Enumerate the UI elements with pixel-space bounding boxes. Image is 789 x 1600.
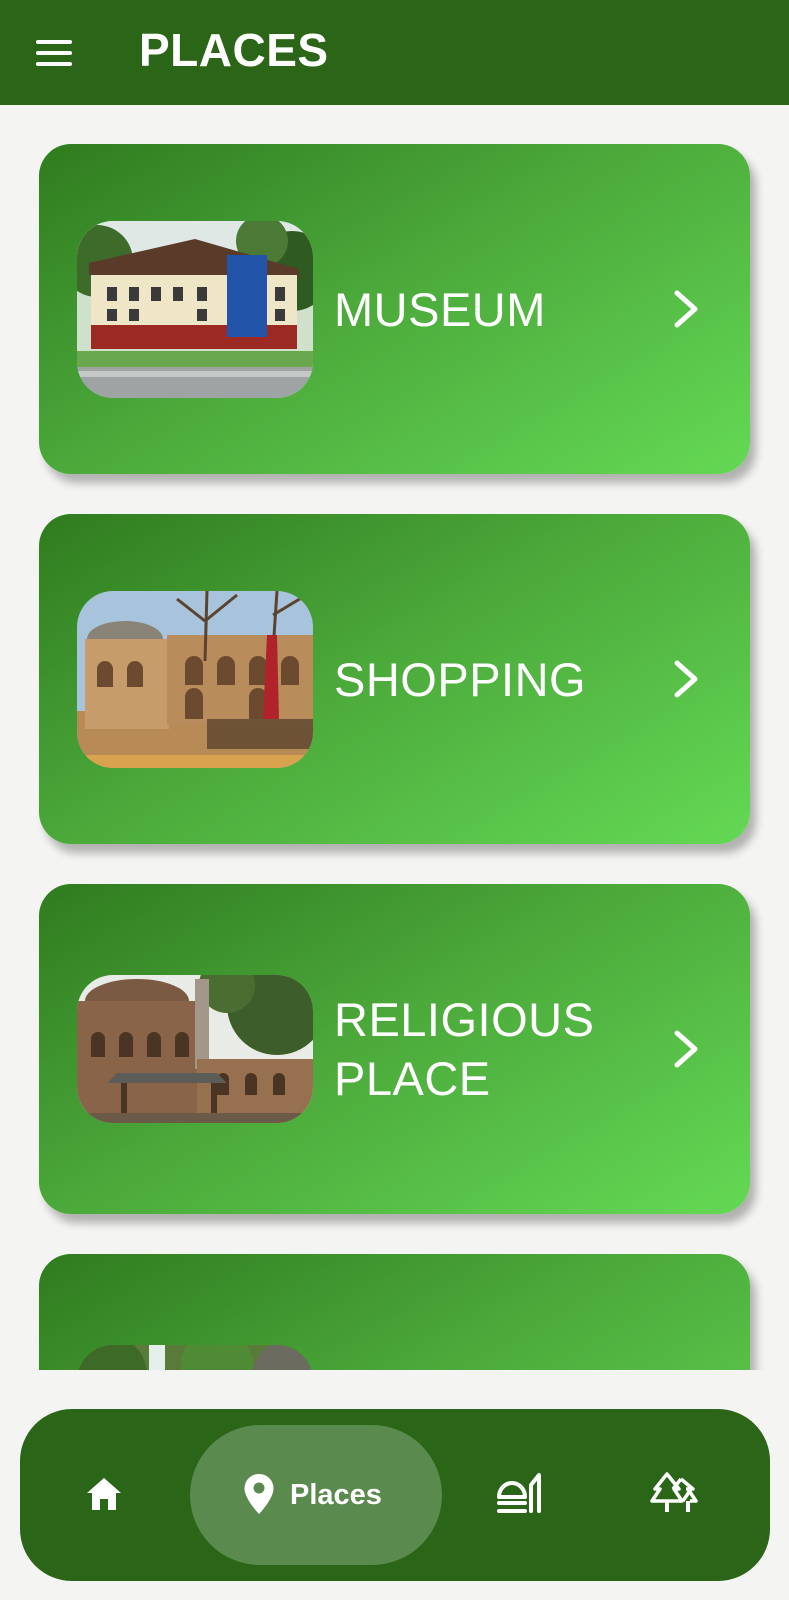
nav-item-food[interactable] — [475, 1409, 565, 1581]
nature-waterfall-photo — [77, 1345, 313, 1370]
nav-item-home[interactable] — [60, 1409, 150, 1581]
nav-item-places[interactable]: Places — [190, 1425, 442, 1565]
chevron-right-icon — [674, 290, 698, 328]
mosque-photo — [77, 975, 313, 1123]
bottom-navigation: Places — [20, 1409, 770, 1581]
nav-item-nature[interactable] — [630, 1409, 720, 1581]
category-card-nature[interactable] — [39, 1254, 750, 1370]
museum-photo — [77, 221, 313, 398]
category-card-shopping[interactable]: SHOPPING — [39, 514, 750, 844]
location-pin-icon — [244, 1474, 274, 1514]
chevron-right-icon — [674, 660, 698, 698]
chevron-right-icon — [674, 1030, 698, 1068]
category-card-religious-place[interactable]: RELIGIOUS PLACE — [39, 884, 750, 1214]
category-card-museum[interactable]: MUSEUM — [39, 144, 750, 474]
nav-label-places: Places — [290, 1479, 382, 1511]
category-label: MUSEUM — [334, 283, 546, 336]
page-title: PLACES — [139, 24, 329, 76]
hamburger-menu-icon[interactable] — [36, 40, 72, 66]
shopping-bazaar-photo — [77, 591, 313, 768]
category-label: RELIGIOUS PLACE — [334, 993, 595, 1105]
food-dish-icon — [497, 1473, 541, 1513]
category-list[interactable]: MUSEUM SHOPPING RELIGIOUS PLACE — [0, 105, 789, 1370]
category-label: SHOPPING — [334, 653, 587, 706]
pine-trees-icon — [650, 1472, 698, 1512]
app-bar: PLACES — [0, 0, 789, 105]
home-icon — [87, 1478, 121, 1510]
